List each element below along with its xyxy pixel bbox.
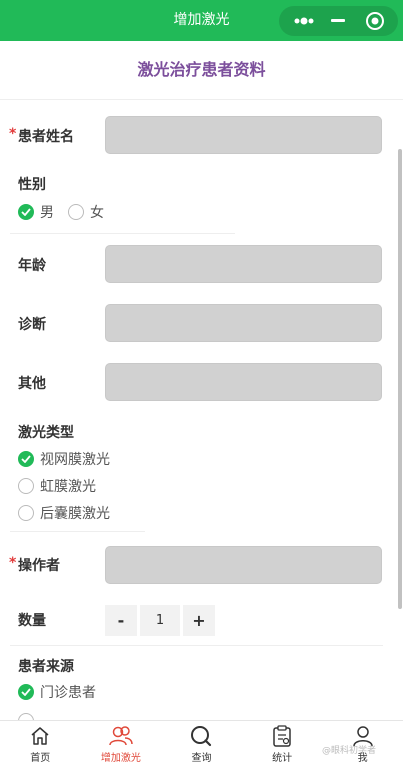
users-icon xyxy=(108,723,134,749)
laser-option-posterior-capsule[interactable]: 后囊膜激光 xyxy=(18,503,110,523)
gender-option-male[interactable]: 男 xyxy=(18,202,54,222)
tab-add-laser[interactable]: 增加激光 xyxy=(81,721,162,770)
unchecked-icon xyxy=(68,204,84,220)
quantity-label: 数量 xyxy=(18,613,46,629)
checked-icon xyxy=(18,451,34,467)
operator-label: * 操作者 xyxy=(9,555,60,574)
source-option-outpatient[interactable]: 门诊患者 xyxy=(18,682,96,702)
watermark: @眼科初学者 xyxy=(322,746,377,756)
other-label: 其他 xyxy=(18,376,46,392)
required-mark: * xyxy=(9,126,17,142)
navigation-bar: 增加激光 xyxy=(0,0,403,41)
mini-program-capsule xyxy=(279,6,398,36)
age-input[interactable] xyxy=(105,245,382,283)
close-target-icon[interactable] xyxy=(358,6,392,36)
patient-source-label: 患者来源 xyxy=(18,659,74,675)
search-icon xyxy=(188,723,214,749)
patient-name-input[interactable] xyxy=(105,116,382,154)
minimize-icon[interactable] xyxy=(321,6,355,36)
diagnosis-input[interactable] xyxy=(105,304,382,342)
laser-option-retina[interactable]: 视网膜激光 xyxy=(18,449,110,469)
divider xyxy=(10,645,383,646)
decrease-button[interactable]: - xyxy=(105,605,137,636)
tab-search[interactable]: 查询 xyxy=(161,721,242,770)
clipboard-icon xyxy=(269,723,295,749)
laser-type-label: 激光类型 xyxy=(18,425,74,441)
unchecked-icon xyxy=(18,713,34,720)
laser-option-iris[interactable]: 虹膜激光 xyxy=(18,476,96,496)
divider xyxy=(10,531,145,532)
unchecked-icon xyxy=(18,478,34,494)
required-mark: * xyxy=(9,555,17,571)
checked-icon xyxy=(18,684,34,700)
tab-statistics[interactable]: 统计 xyxy=(242,721,323,770)
gender-option-female[interactable]: 女 xyxy=(68,202,104,222)
increase-button[interactable]: + xyxy=(183,605,215,636)
source-option-next[interactable] xyxy=(18,711,40,720)
age-label: 年龄 xyxy=(18,258,46,274)
more-icon[interactable] xyxy=(287,6,321,36)
checked-icon xyxy=(18,204,34,220)
home-icon xyxy=(27,723,53,749)
divider xyxy=(10,233,235,234)
other-input[interactable] xyxy=(105,363,382,401)
operator-input[interactable] xyxy=(105,546,382,584)
patient-name-label: * 患者姓名 xyxy=(9,126,74,145)
tab-home[interactable]: 首页 xyxy=(0,721,81,770)
quantity-stepper: - 1 + xyxy=(105,605,215,636)
scrollbar[interactable] xyxy=(398,149,402,609)
unchecked-icon xyxy=(18,505,34,521)
diagnosis-label: 诊断 xyxy=(18,317,46,333)
quantity-value[interactable]: 1 xyxy=(140,605,180,636)
gender-label: 性别 xyxy=(18,177,46,193)
form-scroll-area[interactable]: 激光治疗患者资料 * 患者姓名 性别 男 女 年龄 诊断 其他 激光类型 视网膜激… xyxy=(0,41,403,720)
tab-bar: 首页 增加激光 查询 统计 我 @眼科初学者 xyxy=(0,720,403,770)
page-title: 激光治疗患者资料 xyxy=(0,41,403,100)
